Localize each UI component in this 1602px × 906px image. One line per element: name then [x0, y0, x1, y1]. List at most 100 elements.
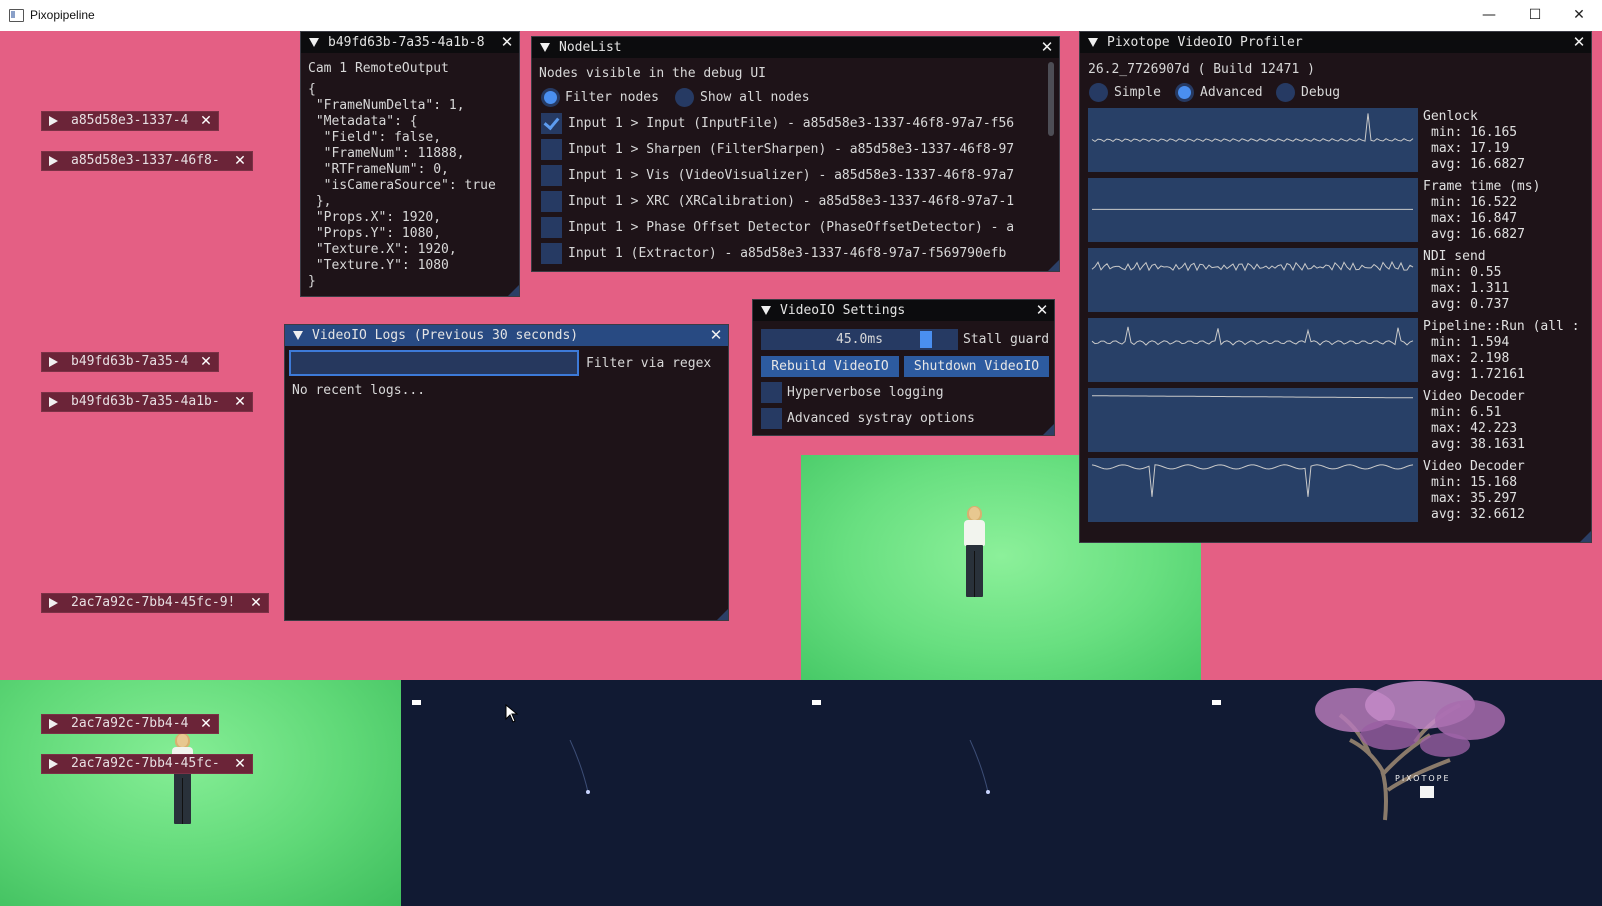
systray-options-checkbox[interactable]: [761, 408, 782, 429]
spark-graphic: [569, 740, 590, 794]
expand-triangle-icon[interactable]: [49, 397, 58, 407]
json-line: {: [308, 82, 316, 97]
metric-name: Video Decoder: [1423, 389, 1525, 404]
node-button[interactable]: a85d58e3-1337-46f8- ✕: [41, 151, 253, 171]
slider-thumb[interactable]: [920, 331, 932, 348]
node-button[interactable]: b49fd63b-7a35-4 ✕: [41, 352, 219, 372]
node-list-item[interactable]: Input 1 > Vis (VideoVisualizer) - a85d58…: [541, 165, 1041, 187]
node-list-item[interactable]: Input 1 > Input (InputFile) - a85d58e3-1…: [541, 113, 1041, 135]
profiler-version: 26.2_7726907d ( Build 12471 ): [1088, 62, 1315, 77]
expand-triangle-icon[interactable]: [49, 719, 58, 729]
json-line: "FrameNumDelta": 1,: [308, 98, 465, 113]
collapse-triangle-icon[interactable]: [293, 331, 303, 340]
show-all-nodes-label: Show all nodes: [700, 90, 810, 105]
metric-max: max: 2.198: [1431, 351, 1510, 366]
close-icon[interactable]: ✕: [500, 32, 514, 53]
cherry-tree-logo: [1315, 681, 1505, 821]
mode-advanced-label: Advanced: [1200, 85, 1263, 100]
mode-debug-label: Debug: [1301, 85, 1341, 100]
expand-triangle-icon[interactable]: [49, 116, 58, 126]
graph-line: [1091, 464, 1414, 497]
regex-filter-label: Filter via regex: [586, 356, 712, 371]
metric-avg: avg: 32.6612: [1431, 507, 1525, 522]
expand-triangle-icon[interactable]: [49, 598, 58, 608]
node-list-item[interactable]: Input 1 > XRC (XRCalibration) - a85d58e3…: [541, 191, 1041, 213]
close-window-button[interactable]: ✕: [1556, 0, 1602, 31]
metric-graph: [1088, 178, 1418, 242]
graph-line: [1091, 326, 1414, 346]
panel-header[interactable]: b49fd63b-7a35-4a1b-8 ✕: [301, 32, 519, 53]
resize-grip[interactable]: [1580, 531, 1591, 542]
node-list-description: Nodes visible in the debug UI: [539, 66, 766, 81]
node-visible-checkbox[interactable]: [541, 165, 562, 186]
metric-name: NDI send: [1423, 249, 1486, 264]
metric-min: min: 16.165: [1431, 125, 1518, 140]
node-list-item[interactable]: Input 1 (Extractor) - a85d58e3-1337-46f8…: [541, 243, 1041, 265]
node-list-item[interactable]: Input 1 > Phase Offset Detector (PhaseOf…: [541, 217, 1041, 239]
collapse-triangle-icon[interactable]: [540, 43, 550, 52]
window-title: Pixopipeline: [30, 8, 95, 22]
close-icon[interactable]: ✕: [199, 353, 213, 371]
collapse-triangle-icon[interactable]: [309, 38, 319, 47]
node-item-label: Input 1 > Sharpen (FilterSharpen) - a85d…: [568, 142, 1015, 157]
metric-max: max: 1.311: [1431, 281, 1510, 296]
metric-max: max: 17.19: [1431, 141, 1510, 156]
panel-header[interactable]: NodeList ✕: [532, 37, 1059, 58]
json-line: "Props.X": 1920,: [308, 210, 442, 225]
videoio-logs-panel: VideoIO Logs (Previous 30 seconds) ✕ Fil…: [284, 324, 729, 621]
rebuild-videoio-button[interactable]: Rebuild VideoIO: [761, 356, 899, 377]
close-icon[interactable]: ✕: [199, 112, 213, 130]
close-icon[interactable]: ✕: [233, 393, 247, 411]
mode-simple-radio[interactable]: [1089, 83, 1108, 102]
resize-grip[interactable]: [717, 609, 728, 620]
node-visible-checkbox[interactable]: [541, 243, 562, 264]
close-icon[interactable]: ✕: [1035, 300, 1049, 321]
node-button[interactable]: 2ac7a92c-7bb4-45fc- ✕: [41, 754, 253, 774]
expand-triangle-icon[interactable]: [49, 759, 58, 769]
collapse-triangle-icon[interactable]: [761, 306, 771, 315]
watermark-square: [1420, 786, 1434, 798]
node-visible-checkbox[interactable]: [541, 113, 562, 134]
mode-debug-radio[interactable]: [1276, 83, 1295, 102]
hyperverbose-checkbox[interactable]: [761, 382, 782, 403]
resize-grip[interactable]: [1048, 260, 1059, 271]
close-icon[interactable]: ✕: [709, 325, 723, 346]
expand-triangle-icon[interactable]: [49, 357, 58, 367]
close-icon[interactable]: ✕: [233, 755, 247, 773]
panel-header[interactable]: VideoIO Settings ✕: [753, 300, 1054, 321]
close-icon[interactable]: ✕: [249, 594, 263, 612]
stall-guard-slider[interactable]: 45.0ms: [761, 329, 958, 350]
minimize-button[interactable]: —: [1466, 0, 1512, 31]
maximize-button[interactable]: ☐: [1512, 0, 1558, 31]
show-all-nodes-radio[interactable]: [675, 88, 694, 107]
node-list-scrollbar[interactable]: [1048, 62, 1054, 136]
expand-triangle-icon[interactable]: [49, 156, 58, 166]
resize-grip[interactable]: [508, 285, 519, 296]
window-titlebar: Pixopipeline — ☐ ✕: [0, 0, 1602, 32]
resize-grip[interactable]: [1043, 424, 1054, 435]
close-icon[interactable]: ✕: [199, 715, 213, 733]
node-list-item[interactable]: Input 1 > Sharpen (FilterSharpen) - a85d…: [541, 139, 1041, 161]
systray-options-label: Advanced systray options: [787, 411, 975, 426]
videoio-settings-panel: VideoIO Settings ✕ 45.0ms Stall guard Re…: [752, 299, 1055, 436]
node-button[interactable]: a85d58e3-1337-4 ✕: [41, 111, 219, 131]
filter-nodes-radio[interactable]: [541, 88, 560, 107]
app-icon: [9, 9, 24, 22]
node-button[interactable]: b49fd63b-7a35-4a1b- ✕: [41, 392, 253, 412]
close-icon[interactable]: ✕: [233, 152, 247, 170]
close-icon[interactable]: ✕: [1572, 32, 1586, 53]
node-visible-checkbox[interactable]: [541, 191, 562, 212]
collapse-triangle-icon[interactable]: [1088, 38, 1098, 47]
node-visible-checkbox[interactable]: [541, 217, 562, 238]
panel-header[interactable]: Pixotope VideoIO Profiler ✕: [1080, 32, 1591, 53]
panel-header[interactable]: VideoIO Logs (Previous 30 seconds) ✕: [285, 325, 728, 346]
mode-advanced-radio[interactable]: [1175, 83, 1194, 102]
regex-filter-input[interactable]: [289, 350, 579, 376]
node-button[interactable]: 2ac7a92c-7bb4-4 ✕: [41, 714, 219, 734]
close-icon[interactable]: ✕: [1040, 37, 1054, 58]
node-visible-checkbox[interactable]: [541, 139, 562, 160]
mouse-cursor-icon: [505, 704, 519, 723]
node-button[interactable]: 2ac7a92c-7bb4-45fc-9! ✕: [41, 593, 269, 613]
shutdown-videoio-button[interactable]: Shutdown VideoIO: [904, 356, 1049, 377]
node-list-panel: NodeList ✕ Nodes visible in the debug UI…: [531, 36, 1060, 272]
